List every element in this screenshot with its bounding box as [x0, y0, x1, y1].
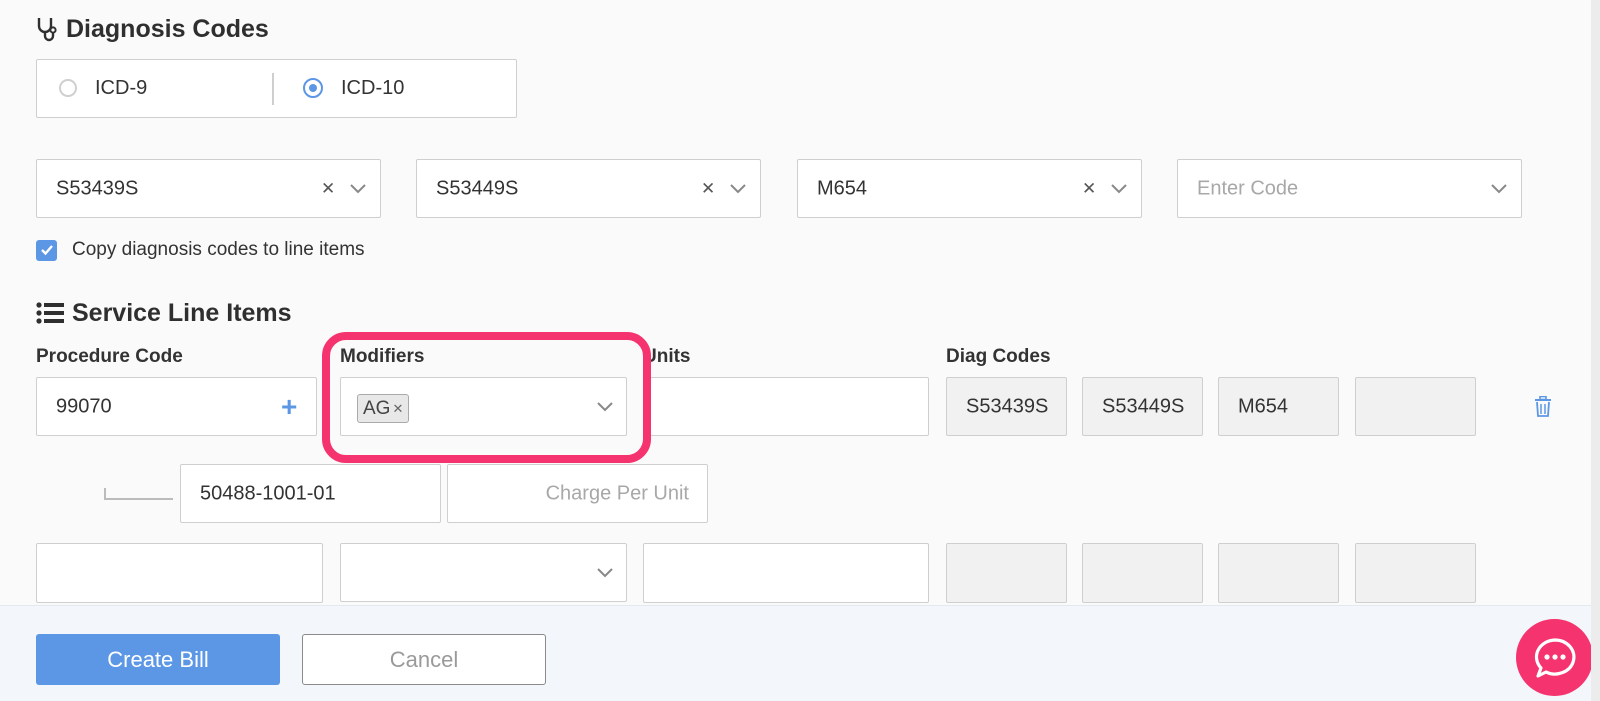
diagnosis-code-value: S53439S [56, 177, 139, 199]
diag-codes-label: Diag Codes [946, 346, 1051, 367]
sub-row-connector [104, 488, 173, 500]
list-icon [36, 302, 64, 324]
copy-diagnosis-checkbox-row[interactable]: Copy diagnosis codes to line items [36, 238, 365, 262]
diag-code-field-empty[interactable] [1082, 543, 1203, 603]
ndc-code-input[interactable]: 50488-1001-01 [180, 464, 441, 523]
diagnosis-section-title: Diagnosis Codes [36, 12, 269, 46]
add-icon[interactable]: + [281, 391, 297, 423]
create-bill-label: Create Bill [107, 646, 209, 672]
diagnosis-code-select-2[interactable]: S53449S ✕ [416, 159, 761, 218]
clear-icon[interactable]: ✕ [1082, 179, 1096, 199]
chevron-down-icon[interactable] [1491, 183, 1507, 194]
charge-per-unit-placeholder: Charge Per Unit [545, 482, 689, 504]
create-bill-button[interactable]: Create Bill [36, 634, 280, 685]
chevron-down-icon[interactable] [597, 567, 613, 578]
diag-code-field-empty[interactable] [1218, 543, 1339, 603]
footer-bar: Create Bill Cancel [0, 605, 1600, 701]
diagnosis-code-value: M654 [817, 177, 868, 199]
procedure-code-input-empty[interactable] [36, 543, 323, 603]
copy-checkbox-label: Copy diagnosis codes to line items [72, 239, 365, 260]
modifiers-highlight [322, 332, 651, 463]
procedure-code-input[interactable]: 99070 + [36, 377, 317, 436]
radio-checked-icon [303, 78, 323, 98]
diagnosis-code-select-1[interactable]: S53439S ✕ [36, 159, 381, 218]
service-section-title: Service Line Items [36, 296, 292, 330]
units-input-empty[interactable] [643, 543, 929, 603]
units-input[interactable] [643, 377, 929, 436]
radio-icd9[interactable]: ICD-9 [59, 60, 147, 116]
cancel-label: Cancel [389, 646, 459, 672]
code-set-selector: ICD-9 ICD-10 [36, 59, 517, 118]
radio-icd9-label: ICD-9 [95, 76, 148, 99]
charge-per-unit-input[interactable]: Charge Per Unit [447, 464, 708, 523]
chevron-down-icon[interactable] [730, 183, 746, 194]
trash-icon[interactable] [1534, 396, 1552, 417]
chat-bubble-icon [1534, 637, 1576, 678]
clear-icon[interactable]: ✕ [701, 179, 715, 199]
diag-code-field-empty[interactable] [1355, 543, 1476, 603]
radio-icd10[interactable]: ICD-10 [303, 60, 404, 116]
service-title-text: Service Line Items [72, 298, 292, 327]
diag-code-field-3[interactable]: M654 [1218, 377, 1339, 436]
chevron-down-icon[interactable] [1111, 183, 1127, 194]
radio-unchecked-icon [59, 79, 77, 97]
diag-code-value: M654 [1238, 395, 1289, 417]
modifiers-select-empty[interactable] [340, 543, 627, 602]
radio-divider [272, 73, 274, 105]
diagnosis-code-select-empty[interactable]: Enter Code [1177, 159, 1522, 218]
cancel-button[interactable]: Cancel [302, 634, 546, 685]
diag-code-field-1[interactable]: S53439S [946, 377, 1067, 436]
ndc-code-value: 50488-1001-01 [200, 482, 336, 504]
scrollbar-track[interactable] [1591, 0, 1600, 701]
procedure-code-label: Procedure Code [36, 346, 183, 367]
diag-code-field-4[interactable] [1355, 377, 1476, 436]
diagnosis-code-select-3[interactable]: M654 ✕ [797, 159, 1142, 218]
chevron-down-icon[interactable] [350, 183, 366, 194]
diag-code-value: S53439S [966, 395, 1049, 417]
diagnosis-code-value: S53449S [436, 177, 519, 199]
enter-code-placeholder: Enter Code [1197, 177, 1299, 199]
chat-button[interactable] [1516, 619, 1593, 696]
procedure-code-value: 99070 [56, 395, 112, 417]
diagnosis-title-text: Diagnosis Codes [66, 14, 269, 43]
diag-code-value: S53449S [1102, 395, 1185, 417]
clear-icon[interactable]: ✕ [321, 179, 335, 199]
diag-code-field-2[interactable]: S53449S [1082, 377, 1203, 436]
stethoscope-icon [37, 18, 57, 42]
diag-code-field-empty[interactable] [946, 543, 1067, 603]
checkbox-checked-icon[interactable] [36, 239, 57, 261]
radio-icd10-label: ICD-10 [341, 76, 405, 99]
